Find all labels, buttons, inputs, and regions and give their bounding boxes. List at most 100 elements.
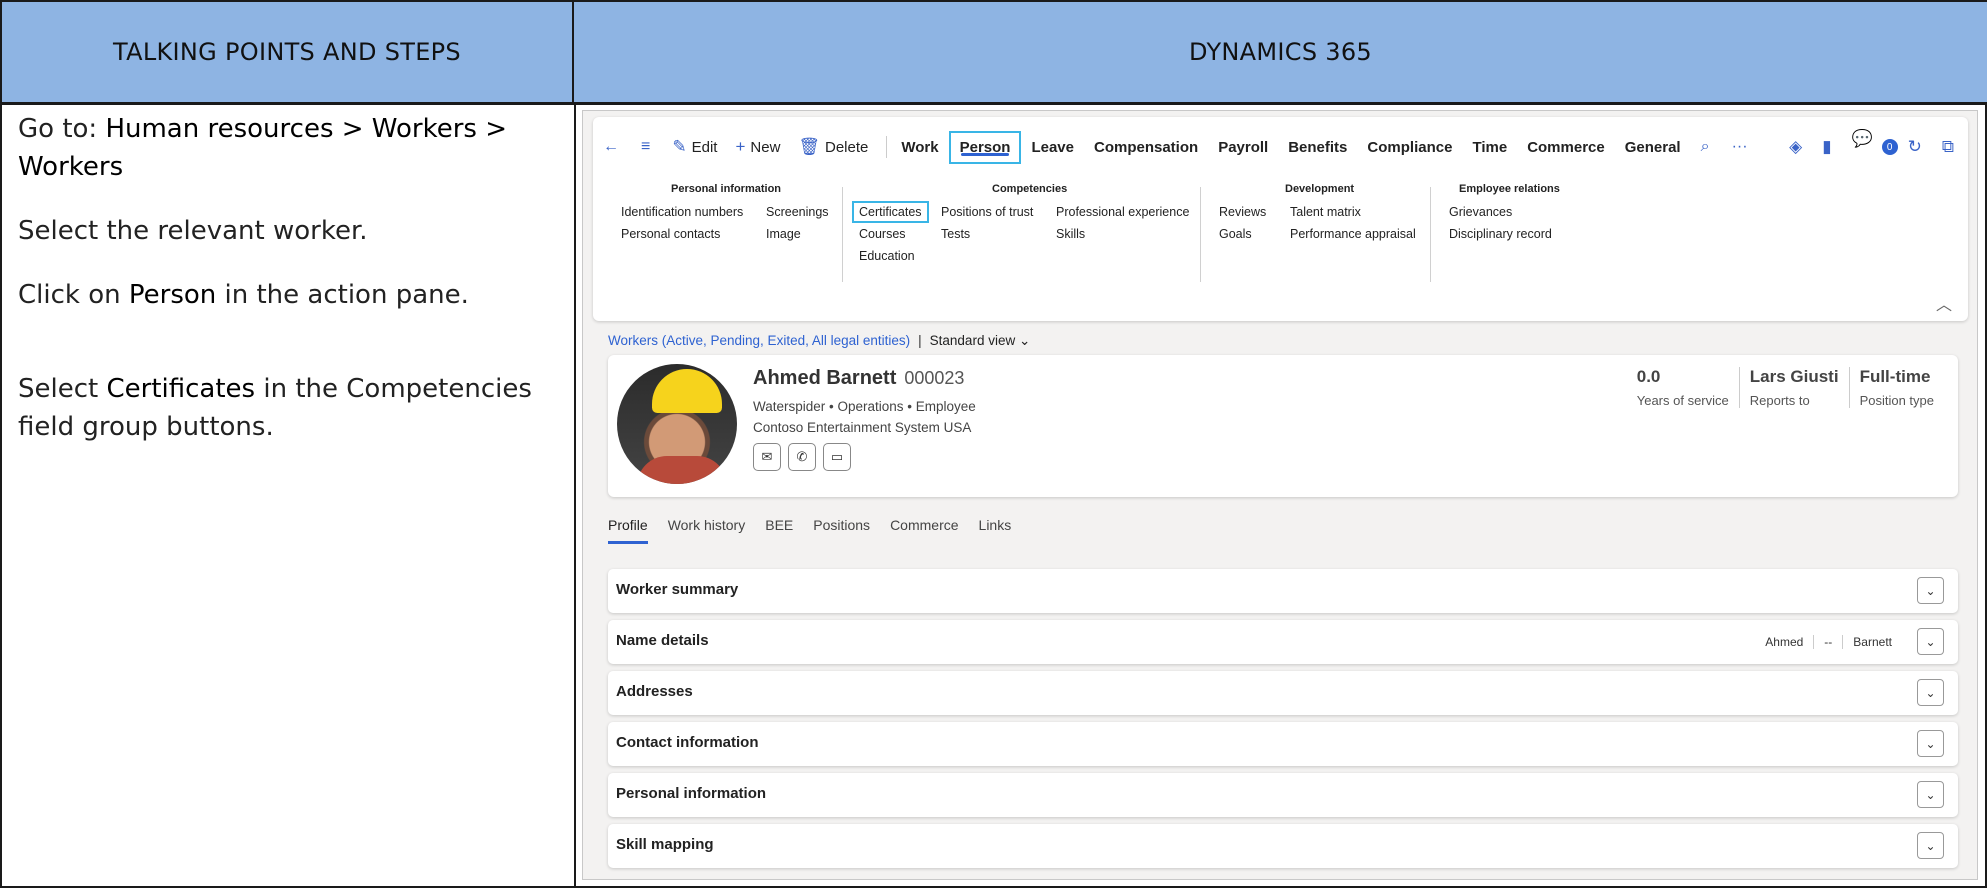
name-last: Barnett [1842,635,1902,649]
btn-performance-appraisal[interactable]: Performance appraisal [1290,227,1416,241]
chevron-down-icon[interactable]: ⌄ [1917,832,1944,859]
power-apps-icon[interactable]: ◈ [1789,137,1802,157]
name-middle: -- [1813,635,1842,649]
group-title-employee-relations: Employee relations [1459,183,1560,195]
tab-bee[interactable]: BEE [765,517,793,544]
btn-certificates[interactable]: Certificates [852,201,929,223]
step-2: Select the relevant worker. [18,216,368,246]
step-3-suffix: in the action pane. [216,280,469,310]
tab-benefits[interactable]: Benefits [1288,133,1347,162]
tab-time[interactable]: Time [1472,133,1507,162]
search-icon[interactable]: ⌕ [1701,138,1710,156]
tab-commerce[interactable]: Commerce [1527,133,1605,162]
worker-stats: 0.0 Years of service Lars Giusti Reports t… [1627,367,1944,408]
tab-compliance[interactable]: Compliance [1367,133,1452,162]
tab-work-history[interactable]: Work history [668,517,746,544]
btn-goals[interactable]: Goals [1219,227,1252,241]
step-1-prefix: Go to: [18,114,106,144]
office-icon[interactable]: ▮ [1822,137,1831,157]
phone-icon[interactable]: ✆ [788,443,816,471]
group-title-development: Development [1285,183,1355,195]
btn-screenings[interactable]: Screenings [766,205,829,219]
action-pane: ← ≡ ✎ Edit + New 🗑 Delete Work Person Leave… [593,117,1968,321]
shirt-shape [637,456,727,484]
group-divider [1200,187,1201,282]
name-first: Ahmed [1765,635,1804,649]
edit-label: Edit [691,138,718,156]
fasttab-skill-mapping[interactable]: Skill mapping ⌄ [608,824,1958,868]
left-column-header: TALKING POINTS AND STEPS [2,2,574,102]
tab-general[interactable]: General [1625,133,1681,162]
delete-button[interactable]: 🗑 Delete [798,137,868,157]
step-4-prefix: Select [18,374,107,404]
tab-compensation[interactable]: Compensation [1094,133,1198,162]
fasttab-label: Name details [616,632,709,649]
open-new-window-icon[interactable]: ⧉ [1942,137,1954,157]
view-selector[interactable]: Standard view [930,333,1016,348]
tab-leave[interactable]: Leave [1031,133,1074,162]
chevron-down-icon[interactable]: ⌄ [1917,730,1944,757]
fasttab-worker-summary[interactable]: Worker summary ⌄ [608,569,1958,613]
btn-disciplinary-record[interactable]: Disciplinary record [1449,227,1552,241]
hamburger-icon[interactable]: ≡ [641,138,650,156]
btn-tests[interactable]: Tests [941,227,970,241]
chevron-down-icon[interactable]: ⌄ [1917,628,1944,655]
attachments-icon[interactable]: 💬 0 [1852,129,1898,165]
step-3-target: Person [128,280,217,310]
btn-courses[interactable]: Courses [859,227,906,241]
edit-button[interactable]: ✎ Edit [672,137,717,157]
btn-positions-of-trust[interactable]: Positions of trust [941,205,1033,219]
chevron-down-icon[interactable]: ⌄ [1015,333,1030,348]
tab-work[interactable]: Work [901,133,938,162]
d365-screenshot: ← ≡ ✎ Edit + New 🗑 Delete Work Person Leave… [582,110,1978,880]
tab-positions[interactable]: Positions [813,517,870,544]
delete-label: Delete [825,138,869,156]
btn-skills[interactable]: Skills [1056,227,1085,241]
btn-education[interactable]: Education [859,249,915,263]
btn-grievances[interactable]: Grievances [1449,205,1512,219]
btn-personal-contacts[interactable]: Personal contacts [621,227,720,241]
chevron-down-icon[interactable]: ⌄ [1917,577,1944,604]
tab-person[interactable]: Person [948,130,1022,164]
btn-professional-experience[interactable]: Professional experience [1056,205,1189,219]
btn-talent-matrix[interactable]: Talent matrix [1290,205,1361,219]
back-arrow-icon[interactable]: ← [603,138,619,156]
chat-icon[interactable]: ▭ [823,443,851,471]
more-options-icon[interactable]: ··· [1732,138,1748,156]
chevron-down-icon[interactable]: ⌄ [1917,679,1944,706]
btn-identification-numbers[interactable]: Identification numbers [621,205,743,219]
trash-icon: 🗑 [798,137,820,156]
worker-header-card: Ahmed Barnett 000023 Waterspider • Operat… [608,355,1958,497]
btn-reviews[interactable]: Reviews [1219,205,1266,219]
name-summary: Ahmed -- Barnett [1755,635,1902,649]
fasttab-name-details[interactable]: Name details Ahmed -- Barnett ⌄ [608,620,1958,664]
fasttab-label: Addresses [616,683,693,700]
step-3: Click on Person in the action pane. [18,276,558,314]
refresh-icon[interactable]: ↻ [1908,137,1922,157]
chevron-down-icon[interactable]: ⌄ [1917,781,1944,808]
fasttab-personal-information[interactable]: Personal information ⌄ [608,773,1958,817]
tab-payroll[interactable]: Payroll [1218,133,1268,162]
breadcrumb-link[interactable]: Workers (Active, Pending, Exited, All le… [608,333,910,348]
stat-label: Years of service [1636,393,1729,408]
worker-company: Contoso Entertainment System USA [753,420,972,435]
breadcrumb: Workers (Active, Pending, Exited, All le… [608,333,1030,349]
worker-tabs: Profile Work history BEE Positions Comme… [608,517,1031,544]
step-3-prefix: Click on [18,280,129,310]
stat-label: Reports to [1749,393,1810,408]
tab-profile[interactable]: Profile [608,517,648,544]
collapse-chevron-icon[interactable]: ︿ [1936,291,1952,315]
worker-name: Ahmed Barnett [753,367,897,389]
btn-image[interactable]: Image [766,227,801,241]
pencil-icon: ✎ [672,137,687,156]
worker-name-line: Ahmed Barnett 000023 [753,367,964,390]
tab-commerce[interactable]: Commerce [890,517,958,544]
step-4-target: Certificates [106,374,256,404]
right-column-header: DYNAMICS 365 [574,2,1987,102]
fasttab-contact-information[interactable]: Contact information ⌄ [608,722,1958,766]
new-button[interactable]: + New [735,137,780,157]
email-icon[interactable]: ✉ [753,443,781,471]
tab-links[interactable]: Links [979,517,1012,544]
fasttab-addresses[interactable]: Addresses ⌄ [608,671,1958,715]
plus-icon: + [735,137,746,156]
